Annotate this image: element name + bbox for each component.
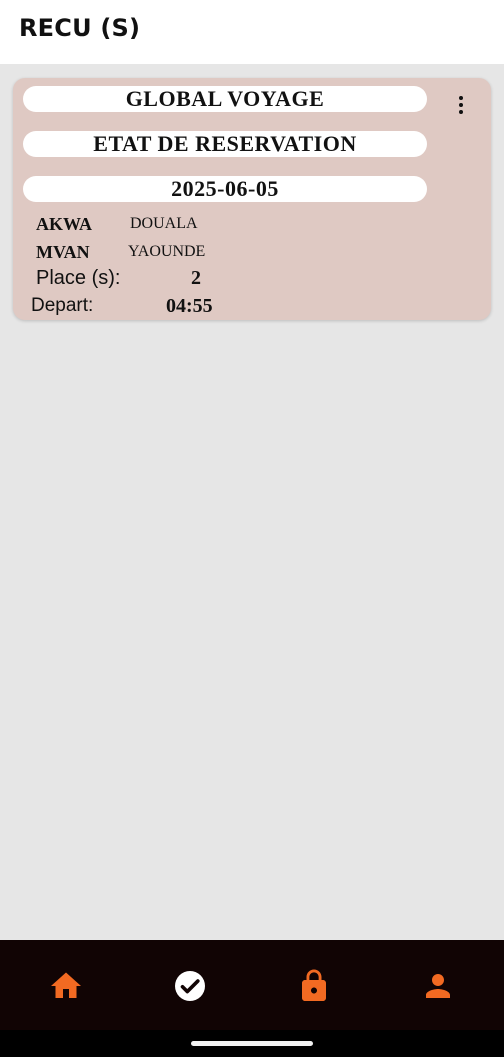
departure-city: DOUALA — [130, 215, 198, 232]
system-navigation-bar — [0, 1030, 504, 1057]
menu-dot — [459, 103, 463, 107]
nav-home-button[interactable] — [48, 968, 84, 1004]
home-icon — [51, 972, 81, 998]
departure-station-code: AKWA — [36, 214, 93, 234]
depart-label: Depart: — [31, 295, 94, 316]
travel-date: 2025-06-05 — [23, 176, 427, 202]
bottom-navigation — [0, 940, 504, 1030]
more-vert-icon[interactable] — [455, 95, 467, 115]
nav-receipts-button[interactable] — [172, 968, 208, 1004]
home-gesture-indicator[interactable] — [191, 1041, 313, 1046]
places-value: 2 — [191, 267, 201, 289]
arrival-station-code: MVAN — [36, 242, 90, 262]
nav-lock-button[interactable] — [296, 968, 332, 1004]
lock-icon — [302, 969, 326, 1001]
receipt-card[interactable]: GLOBAL VOYAGE ETAT DE RESERVATION 2025-0… — [13, 78, 491, 320]
menu-dot — [459, 96, 463, 100]
places-label: Place (s): — [36, 267, 121, 289]
company-name: GLOBAL VOYAGE — [23, 86, 427, 112]
reservation-status-title: ETAT DE RESERVATION — [23, 131, 427, 157]
arrival-city: YAOUNDE — [128, 243, 206, 260]
app-bar: RECU (S) — [0, 0, 504, 64]
menu-dot — [459, 110, 463, 114]
nav-profile-button[interactable] — [420, 968, 456, 1004]
depart-time: 04:55 — [166, 295, 213, 317]
check-circle-icon — [175, 971, 205, 1001]
page-title: RECU (S) — [19, 14, 141, 42]
person-icon — [426, 974, 450, 998]
